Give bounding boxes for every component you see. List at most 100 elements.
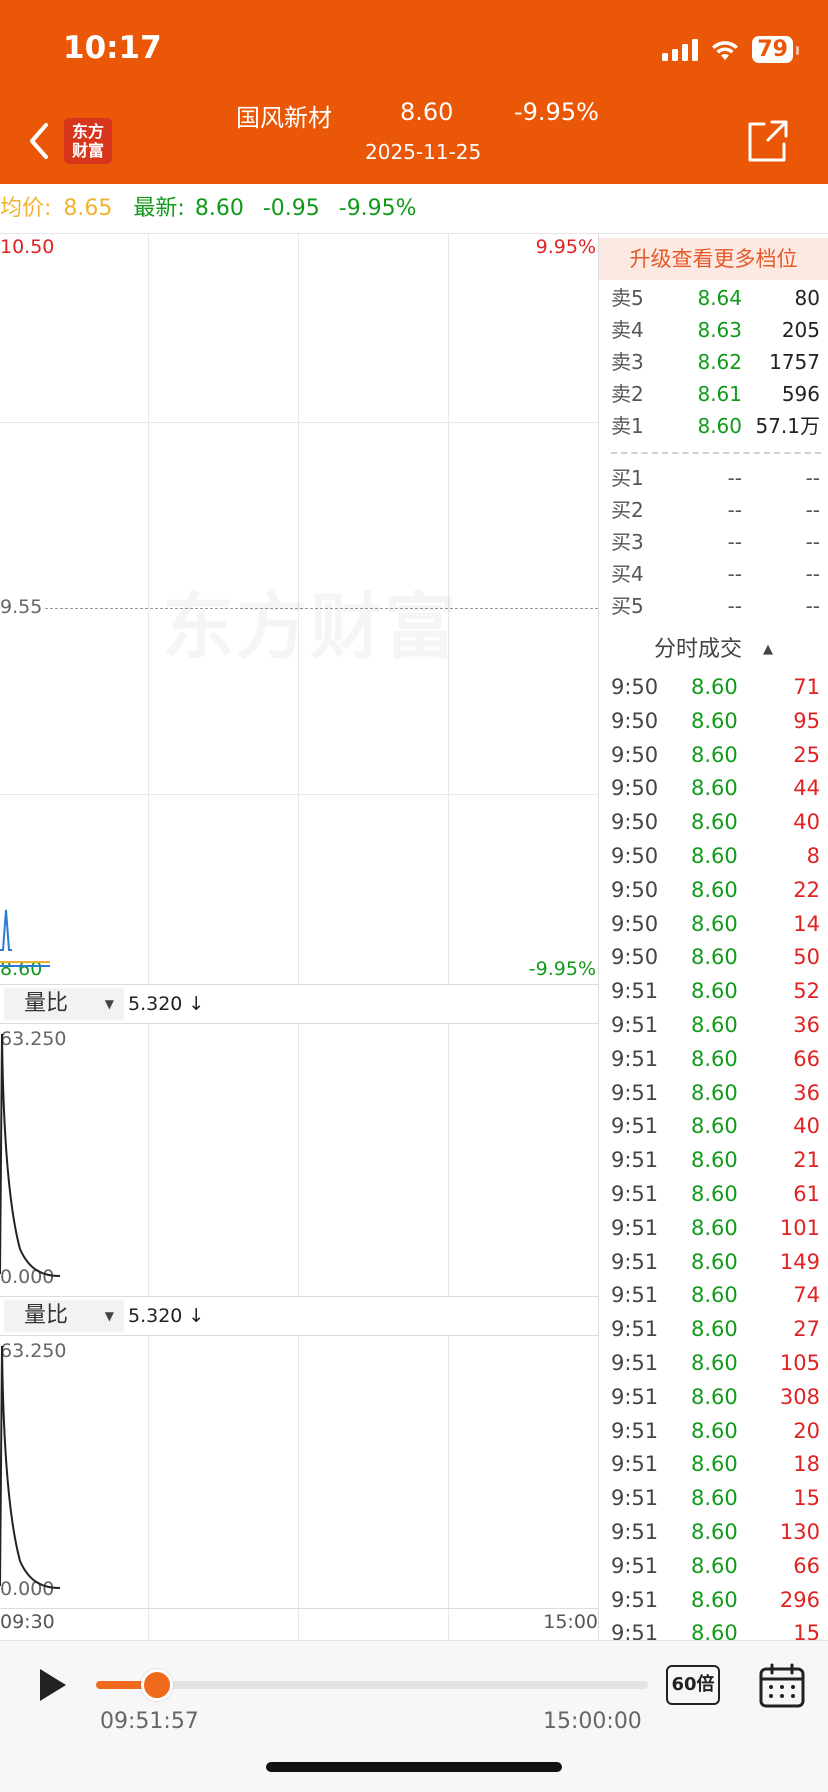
current-time: 09:51:57: [100, 1709, 199, 1734]
ask-label: 卖1: [611, 414, 644, 438]
speed-button[interactable]: 60倍: [666, 1665, 720, 1705]
trade-time: 9:51: [611, 1587, 659, 1612]
bid-volume: --: [805, 466, 820, 490]
trade-price: 8.60: [691, 1283, 738, 1308]
price-line-chart: [0, 909, 50, 967]
progress-thumb[interactable]: [140, 1669, 173, 1701]
order-book-panel: 升级查看更多档位 卖5 8.64 80 卖4 8.63 205 卖3 8.62 …: [599, 234, 828, 1645]
trade-row: 9:51 8.60 52: [599, 974, 828, 1008]
trade-time: 9:51: [611, 1553, 659, 1578]
trade-time: 9:51: [611, 1148, 659, 1173]
trade-price: 8.60: [691, 877, 738, 902]
trade-volume: 66: [793, 1046, 820, 1071]
trade-row: 9:50 8.60 14: [599, 907, 828, 941]
ask-row: 卖3 8.62 1757: [599, 346, 828, 378]
trade-price: 8.60: [691, 675, 738, 699]
app-header: 10:17 79 东方 财富 国风新材 8.60 -9.95% 2025-11-…: [0, 0, 828, 184]
trade-volume: 21: [793, 1148, 820, 1173]
bid-volume: --: [805, 594, 820, 618]
trade-price: 8.60: [691, 1351, 738, 1375]
upgrade-button[interactable]: 升级查看更多档位: [599, 238, 828, 280]
logo-text-top: 东方: [71, 122, 104, 141]
trade-volume: 14: [793, 911, 820, 936]
bid-label: 买2: [611, 498, 644, 522]
trade-volume: 296: [779, 1587, 820, 1612]
trade-price: 8.60: [691, 1046, 738, 1071]
trade-time: 9:50: [611, 945, 659, 970]
trade-time: 9:51: [611, 1080, 659, 1105]
trade-time: 9:50: [611, 877, 659, 902]
bid-price: --: [727, 562, 742, 586]
trade-volume: 36: [793, 1080, 820, 1105]
ask-volume: 57.1万: [755, 414, 820, 438]
wifi-icon: [712, 40, 739, 60]
ask-volume: 205: [781, 318, 820, 342]
play-icon[interactable]: [36, 1665, 70, 1705]
trade-volume: 22: [793, 877, 820, 902]
price-line: [0, 909, 12, 951]
bid-price: --: [727, 466, 742, 490]
ask-volume: 80: [794, 286, 820, 310]
trade-row: 9:50 8.60 71: [599, 670, 828, 704]
trade-row: 9:51 8.60 149: [599, 1245, 828, 1279]
stock-change-pct: -9.95%: [514, 98, 599, 126]
bid-label: 买3: [611, 530, 644, 554]
indicator-select-1[interactable]: 量比 ▼: [4, 988, 124, 1020]
bid-price: --: [727, 594, 742, 618]
trade-time: 9:51: [611, 1452, 659, 1477]
trade-row: 9:51 8.60 296: [599, 1583, 828, 1617]
indicator-select-2[interactable]: 量比 ▼: [4, 1300, 124, 1332]
trade-volume: 130: [779, 1520, 820, 1544]
ask-row: 卖5 8.64 80: [599, 282, 828, 314]
trade-row: 9:51 8.60 15: [599, 1481, 828, 1515]
share-icon[interactable]: [744, 118, 790, 164]
trade-price: 8.60: [691, 810, 738, 835]
trades-header[interactable]: 分时成交 ▲: [599, 630, 828, 670]
trade-row: 9:51 8.60 308: [599, 1380, 828, 1414]
ask-price: 8.62: [697, 350, 742, 374]
trade-volume: 15: [793, 1486, 820, 1511]
indicator-value-1: 5.320 ↓: [128, 993, 205, 1015]
ask-row: 卖1 8.60 57.1万: [599, 410, 828, 442]
latest-value: 8.60: [194, 196, 244, 221]
trade-row: 9:50 8.60 8: [599, 839, 828, 873]
trade-price: 8.60: [691, 979, 738, 1004]
trade-price: 8.60: [691, 776, 738, 801]
trade-volume: 8: [806, 844, 820, 868]
bid-volume: --: [805, 562, 820, 586]
trade-price: 8.60: [691, 1384, 738, 1409]
intraday-chart[interactable]: 东方财富 10.50 9.95% 9.55 8.60 -9.95% 量比 ▼ 5…: [0, 234, 598, 1640]
home-indicator: [266, 1762, 562, 1772]
trade-price: 8.60: [691, 945, 738, 970]
time-axis-end: 15:00: [543, 1611, 598, 1633]
trade-row: 9:50 8.60 50: [599, 940, 828, 974]
indicator-select-label: 量比: [24, 1303, 69, 1328]
trade-row: 9:51 8.60 27: [599, 1312, 828, 1346]
trade-row: 9:51 8.60 74: [599, 1278, 828, 1312]
trade-row: 9:51 8.60 21: [599, 1143, 828, 1177]
latest-change-pct: -9.95%: [338, 196, 417, 221]
progress-track[interactable]: [96, 1669, 648, 1701]
trade-volume: 40: [793, 810, 820, 835]
trade-row: 9:50 8.60 40: [599, 805, 828, 839]
ask-label: 卖2: [611, 382, 644, 406]
trade-price: 8.60: [691, 1182, 738, 1206]
avg-label: 均价:: [0, 196, 52, 221]
trade-price: 8.60: [691, 1148, 738, 1173]
brand-logo: 东方 财富: [64, 118, 112, 164]
trade-volume: 149: [779, 1249, 820, 1274]
back-arrow-icon[interactable]: [22, 118, 56, 164]
order-book-divider: [611, 452, 821, 454]
trade-volume: 105: [779, 1351, 820, 1375]
trade-time: 9:51: [611, 1114, 659, 1139]
trade-time: 9:50: [611, 742, 659, 767]
ask-price: 8.63: [697, 318, 742, 342]
trades-title: 分时成交: [653, 637, 742, 662]
time-axis-line: [0, 1608, 598, 1609]
battery-indicator: 79: [752, 36, 799, 63]
calendar-icon[interactable]: [758, 1663, 806, 1709]
dropdown-caret-icon: ▼: [104, 997, 114, 1011]
trade-price: 8.60: [691, 1080, 738, 1105]
trade-row: 9:51 8.60 130: [599, 1515, 828, 1549]
trade-row: 9:50 8.60 22: [599, 873, 828, 907]
